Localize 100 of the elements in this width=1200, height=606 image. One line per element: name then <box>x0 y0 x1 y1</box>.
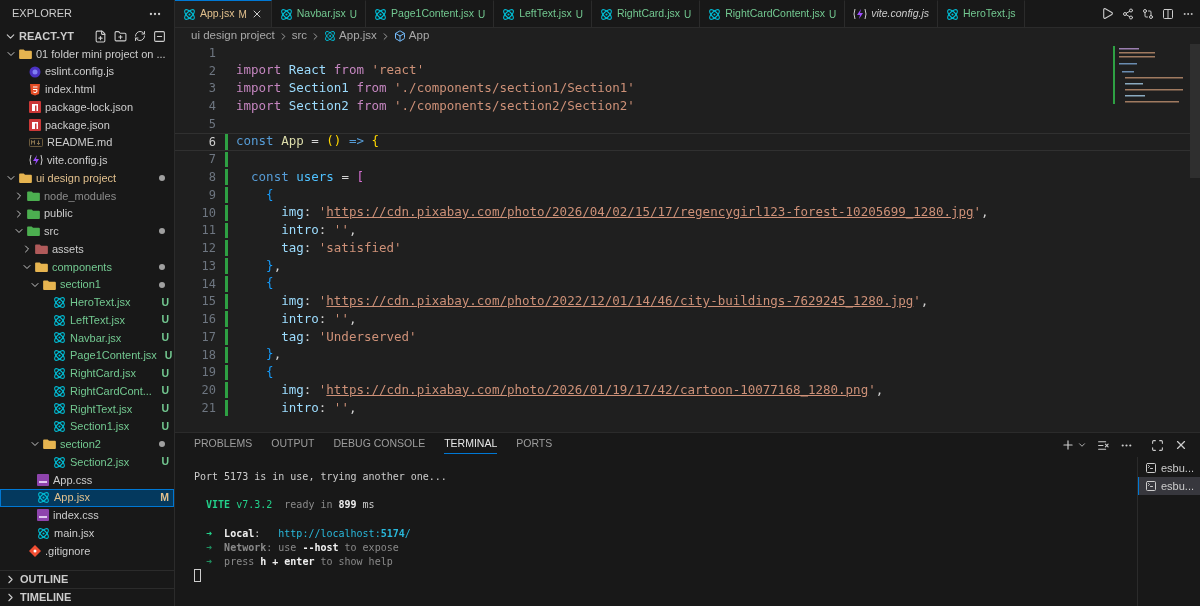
file-item[interactable]: Section2.jsx U <box>0 453 174 471</box>
folder-name: 01 folder mini project on ... <box>36 46 166 62</box>
atom-icon <box>946 7 959 21</box>
close-icon[interactable] <box>1174 438 1188 452</box>
tab-label: RightCardContent.jsx <box>725 6 825 22</box>
maximize-icon[interactable] <box>1151 438 1164 452</box>
file-item[interactable]: index.css <box>0 506 174 525</box>
atom-icon <box>53 384 66 398</box>
atom-icon <box>279 7 293 21</box>
folder-item[interactable]: src <box>0 222 174 241</box>
file-item[interactable]: App.jsx M <box>0 488 174 507</box>
editor-tab[interactable]: Page1Content.jsx U <box>366 0 495 27</box>
terminal-line: Port 5173 is in use, trying another one... <box>194 471 447 482</box>
run-icon[interactable] <box>1101 7 1114 20</box>
code-line: intro: '', <box>280 309 357 328</box>
atom-icon <box>53 295 66 309</box>
bolt-icon <box>853 8 868 20</box>
section-header[interactable]: OUTLINE <box>0 570 174 588</box>
folder-item[interactable]: node_modules <box>0 187 174 205</box>
file-item[interactable]: Navbar.jsx U <box>0 329 174 347</box>
terminal-list-item[interactable]: esbu... <box>1138 459 1200 477</box>
file-item[interactable]: Page1Content.jsx U <box>0 346 174 365</box>
new-terminal-icon[interactable] <box>1061 438 1075 452</box>
atom-icon <box>53 420 66 434</box>
workspace-name[interactable]: REACT-YT <box>19 27 92 45</box>
bolt-icon <box>29 154 43 167</box>
chevron-down-icon[interactable] <box>1077 440 1087 450</box>
file-item[interactable]: Section1.jsx U <box>0 417 174 436</box>
new-folder-icon[interactable] <box>114 29 127 43</box>
panel-tab[interactable]: PORTS <box>516 435 553 455</box>
editor-tab[interactable]: RightCard.jsx U <box>591 0 701 27</box>
file-item[interactable]: package.json <box>0 116 174 134</box>
file-item[interactable]: package-lock.json <box>0 98 174 116</box>
line-number: 2 <box>207 62 216 80</box>
circle-icon <box>29 65 41 78</box>
panel-tab[interactable]: TERMINAL <box>444 435 498 455</box>
panel-tab[interactable]: DEBUG CONSOLE <box>333 435 426 455</box>
terminal-list-item[interactable]: esbu... <box>1138 477 1200 495</box>
breadcrumb-item[interactable]: App <box>408 27 430 45</box>
file-item[interactable]: HeroText.jsx U <box>0 293 174 312</box>
atom-icon <box>599 7 613 21</box>
file-item[interactable]: RightCardCont... U <box>0 382 174 400</box>
terminal-icon <box>1145 480 1157 492</box>
collapse-icon[interactable] <box>153 29 166 43</box>
editor-tab[interactable]: HeroText.js <box>938 0 1025 27</box>
file-item[interactable]: index.html <box>0 80 174 99</box>
line-number: 4 <box>207 98 216 116</box>
file-item[interactable]: RightText.jsx U <box>0 400 174 418</box>
breadcrumb-item[interactable]: App.jsx <box>339 27 377 45</box>
atom-icon <box>708 7 722 21</box>
folder-name: assets <box>52 241 84 257</box>
file-name: package-lock.json <box>45 99 134 115</box>
refresh-icon[interactable] <box>134 30 146 42</box>
line-number: 6 <box>207 133 216 151</box>
file-name: RightCardCont... <box>70 383 152 399</box>
line-number: 11 <box>200 222 216 240</box>
nodes-icon[interactable] <box>1122 7 1134 20</box>
split-editor-icon[interactable] <box>1162 7 1174 20</box>
file-item[interactable]: README.md <box>0 133 174 152</box>
panel-tab[interactable]: PROBLEMS <box>194 435 253 455</box>
code-line: img: 'https://cdn.pixabay.com/photo/2026/01/19/17/42/cartoon-10077168_1280.png', <box>280 380 884 399</box>
editor-tab[interactable]: Navbar.jsx U <box>271 0 367 27</box>
folder-item[interactable]: ui design project <box>0 169 174 187</box>
editor-tab[interactable]: App.jsx M <box>175 0 272 27</box>
atom-icon <box>53 331 66 345</box>
folder-icon <box>35 244 48 255</box>
line-number: 1 <box>207 44 216 62</box>
file-item[interactable]: main.jsx <box>0 524 174 542</box>
atom-icon <box>53 313 66 327</box>
terminal-icon <box>1145 462 1157 474</box>
file-item[interactable]: LeftText.jsx U <box>0 311 174 329</box>
folder-item[interactable]: section1 <box>0 275 174 294</box>
git-status-letter: U <box>161 312 169 328</box>
file-item[interactable]: App.css <box>0 471 174 489</box>
folder-item[interactable]: assets <box>0 240 174 258</box>
file-name: eslint.config.js <box>45 64 115 80</box>
editor-tab[interactable]: LeftText.jsx U <box>494 0 592 27</box>
file-item[interactable]: vite.config.js <box>0 151 174 170</box>
breadcrumb-item[interactable]: src <box>291 27 308 45</box>
folder-icon <box>35 261 48 272</box>
line-number: 14 <box>200 275 216 293</box>
section-header[interactable]: TIMELINE <box>0 588 174 606</box>
line-number: 18 <box>200 346 216 364</box>
file-name: .gitignore <box>45 543 91 559</box>
file-name: App.jsx <box>54 490 91 506</box>
folder-item[interactable]: public <box>0 204 174 223</box>
compare-icon[interactable] <box>1142 7 1154 20</box>
file-item[interactable]: .gitignore <box>0 542 174 560</box>
file-item[interactable]: eslint.config.js <box>0 62 174 81</box>
panel-tab[interactable]: OUTPUT <box>271 435 315 455</box>
folder-item[interactable]: section2 <box>0 435 174 454</box>
editor-tab[interactable]: vite.config.js <box>845 0 938 27</box>
folder-item[interactable]: 01 folder mini project on ... <box>0 45 174 63</box>
folder-item[interactable]: components <box>0 258 174 276</box>
clear-icon[interactable] <box>1097 438 1110 452</box>
file-name: RightText.jsx <box>70 401 133 417</box>
editor-tab[interactable]: RightCardContent.jsx U <box>700 0 846 27</box>
new-file-icon[interactable] <box>94 29 107 43</box>
breadcrumb-item[interactable]: ui design project <box>191 27 275 45</box>
file-item[interactable]: RightCard.jsx U <box>0 364 174 383</box>
